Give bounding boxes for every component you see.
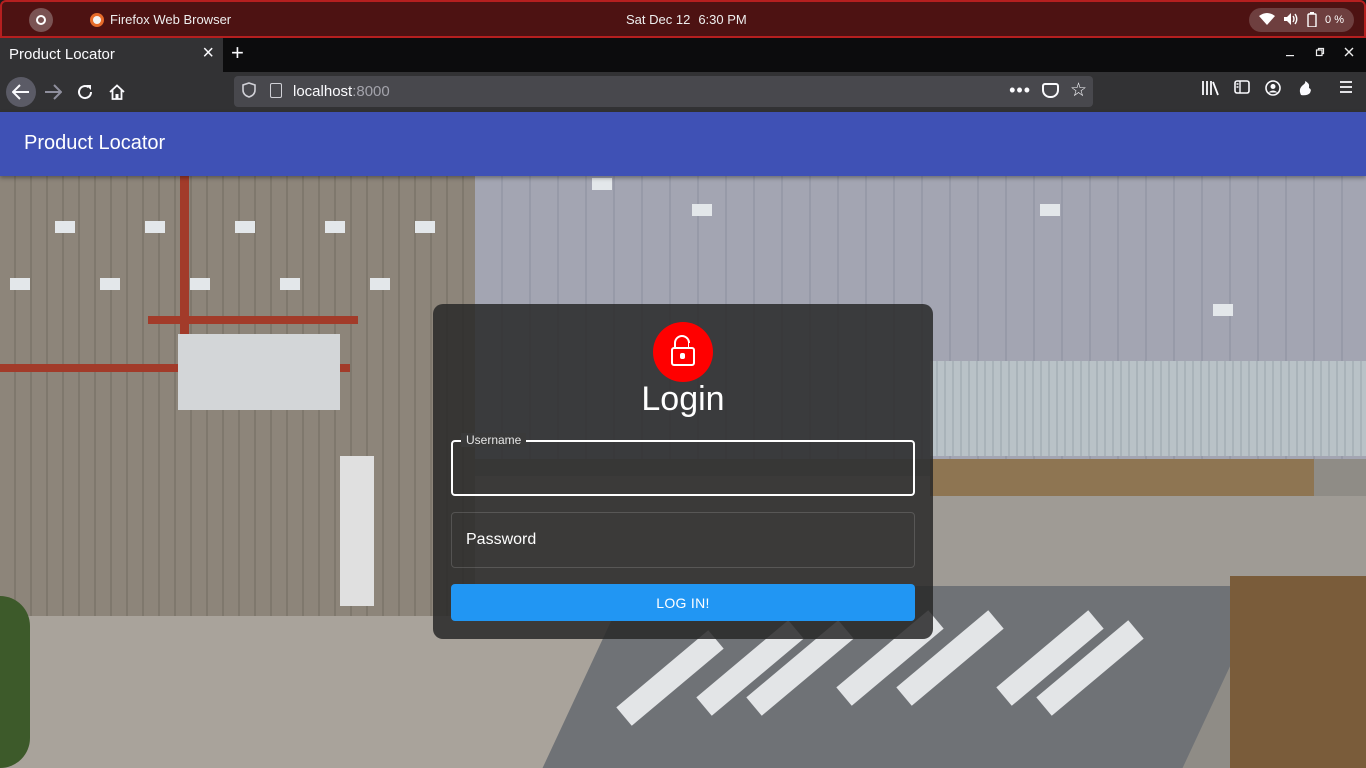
shield-icon[interactable] [242, 82, 256, 101]
bg-roof-strip [930, 361, 1366, 456]
system-tray[interactable]: 0 % [1249, 8, 1354, 32]
bg-truck [340, 456, 374, 606]
bg-roof-vent [415, 221, 435, 233]
menu-icon[interactable] [1339, 80, 1353, 97]
bg-roof-vent [692, 204, 712, 216]
clock-time: 6:30 PM [698, 12, 747, 27]
bg-trees [0, 596, 30, 768]
bg-roof-vent [1040, 204, 1060, 216]
app-title: Product Locator [24, 132, 166, 154]
account-icon[interactable] [1265, 80, 1281, 99]
bg-roof-vent [1213, 304, 1233, 316]
tab-title: Product Locator [9, 46, 115, 63]
back-icon[interactable] [6, 77, 36, 107]
login-card: Login Username LOG IN! [433, 304, 933, 639]
bg-roof-vent [10, 278, 30, 290]
password-field[interactable] [451, 512, 915, 568]
sidebar-icon[interactable] [1234, 80, 1250, 97]
activities-icon[interactable] [29, 8, 53, 32]
login-heading: Login [641, 380, 725, 418]
restore-icon[interactable] [1315, 47, 1325, 59]
bg-red-line [148, 316, 358, 324]
app-menu[interactable]: Firefox Web Browser [90, 12, 231, 27]
home-icon[interactable] [103, 78, 131, 106]
url-port: :8000 [352, 83, 390, 100]
url-text: localhost:8000 [293, 83, 390, 100]
firefox-icon [90, 12, 104, 27]
extension-icon[interactable] [1297, 80, 1313, 99]
lock-open-icon [653, 322, 713, 382]
bg-roof-vent [280, 278, 300, 290]
wifi-icon [1259, 13, 1276, 27]
tab-product-locator[interactable]: Product Locator × [0, 38, 223, 72]
forward-icon[interactable] [39, 78, 67, 106]
bg-roof-unit [178, 334, 340, 410]
bg-roof-vent [235, 221, 255, 233]
minimize-icon[interactable] [1285, 47, 1295, 59]
username-input[interactable] [453, 442, 913, 494]
app-bar: Product Locator [0, 112, 1366, 176]
close-window-icon[interactable] [1344, 47, 1354, 59]
username-field[interactable]: Username [451, 433, 915, 496]
battery-icon [1307, 11, 1317, 29]
app-menu-label: Firefox Web Browser [110, 12, 232, 27]
lock-body [671, 347, 695, 366]
navigation-toolbar: localhost:8000 ••• ☆ [0, 72, 1366, 112]
clock-date: Sat Dec 12 [626, 12, 691, 27]
system-top-bar: Firefox Web Browser Sat Dec 12 6:30 PM 0 … [0, 0, 1366, 38]
login-button[interactable]: LOG IN! [451, 584, 915, 621]
bg-roof-vent [370, 278, 390, 290]
username-label: Username [461, 433, 527, 447]
bg-roof-vent [100, 278, 120, 290]
close-tab-icon[interactable]: × [202, 43, 214, 63]
bg-roof-vent [145, 221, 165, 233]
page-icon[interactable] [270, 83, 282, 98]
bg-roof-vent [325, 221, 345, 233]
clock[interactable]: Sat Dec 12 6:30 PM [626, 12, 747, 27]
battery-percent: 0 % [1325, 13, 1344, 26]
tab-strip: Product Locator × + [0, 38, 1366, 72]
star-icon[interactable]: ☆ [1070, 79, 1087, 102]
volume-icon [1283, 12, 1299, 28]
bg-roof-vent [55, 221, 75, 233]
library-icon[interactable] [1201, 80, 1219, 99]
page-actions-icon[interactable]: ••• [1009, 80, 1031, 101]
bg-roof-vent [592, 178, 612, 190]
bg-road [930, 496, 1366, 586]
address-bar[interactable]: localhost:8000 ••• ☆ [234, 76, 1093, 107]
bg-grass [930, 459, 1314, 496]
bg-roof-vent [190, 278, 210, 290]
password-input[interactable] [452, 513, 914, 567]
pocket-icon[interactable] [1042, 83, 1059, 98]
new-tab-button[interactable]: + [231, 42, 244, 64]
reload-icon[interactable] [71, 78, 99, 106]
url-host: localhost [293, 83, 353, 100]
bg-field [1230, 576, 1366, 768]
